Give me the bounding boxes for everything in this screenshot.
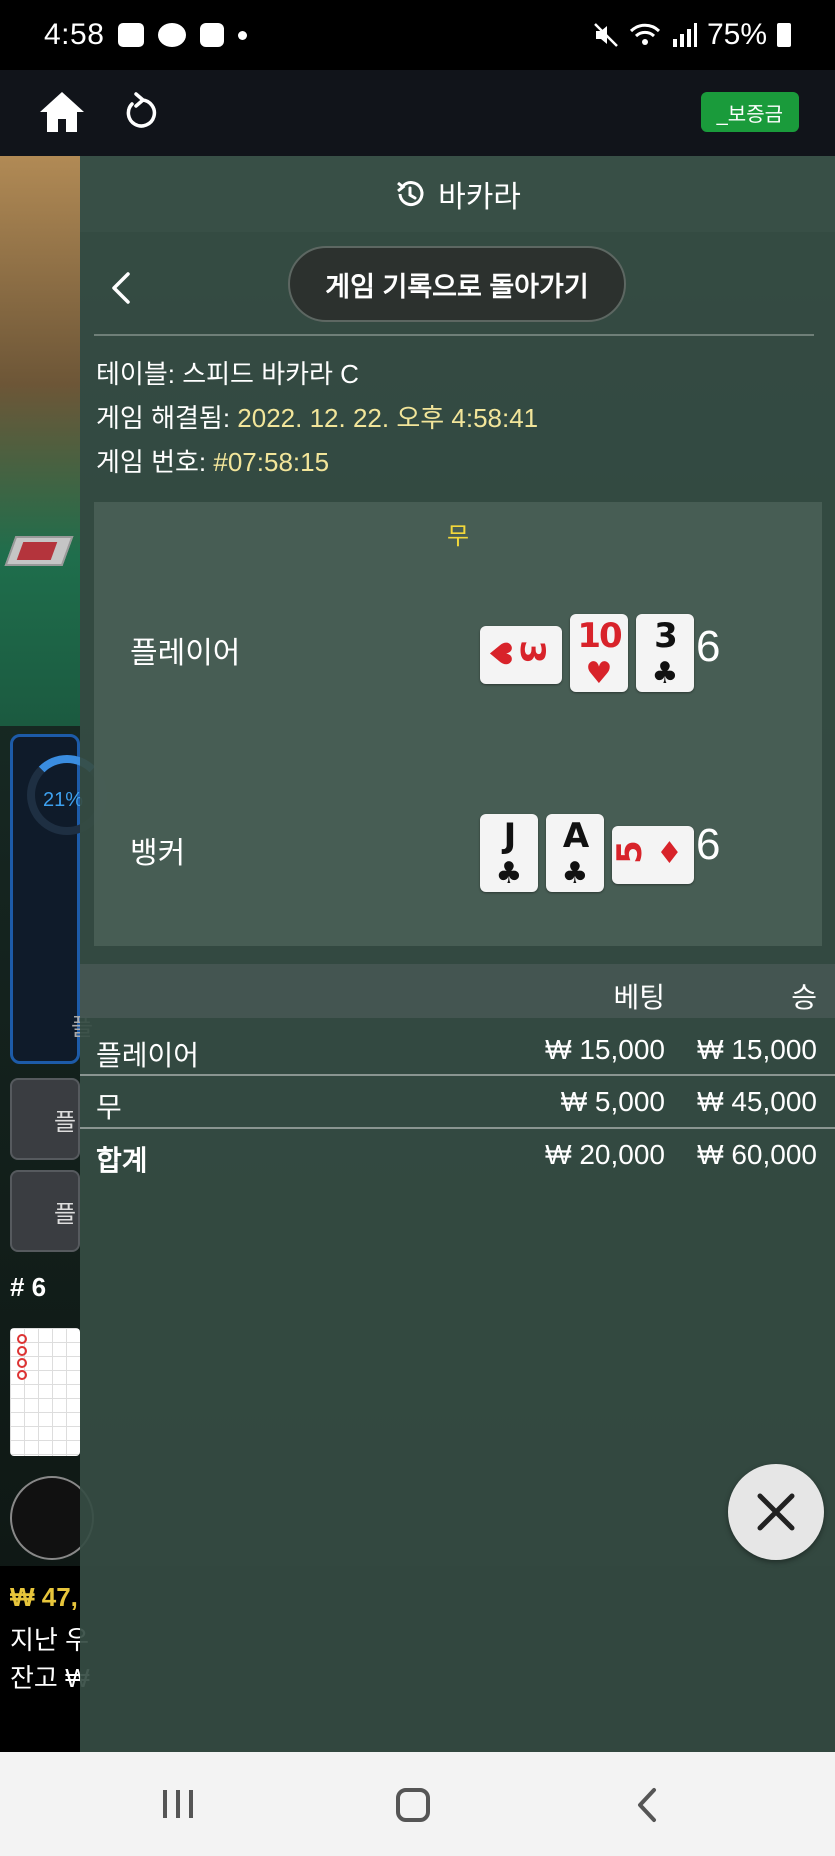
close-button[interactable] xyxy=(728,1464,824,1560)
timer-percent: 21% xyxy=(43,789,84,811)
deposit-button[interactable]: _보증금 xyxy=(700,92,799,132)
game-history-panel: 바카라 게임 기록으로 돌아가기 테이블: 스피드 바카라 C 게임 해결됨: … xyxy=(80,156,835,1752)
wifi-icon xyxy=(629,23,661,45)
resolved-label: 게임 해결됨: xyxy=(96,403,231,433)
betting-timer-panel: 21% 플 xyxy=(10,734,107,1064)
bet-row-name: 플레이어 xyxy=(96,1040,200,1071)
total-label: 합계 xyxy=(96,1145,148,1176)
back-chevron-icon[interactable] xyxy=(108,268,132,308)
gallery-notification-icon xyxy=(118,23,145,47)
resolved-info: 게임 해결됨: 2022. 12. 22. 오후 4:58:41 xyxy=(96,398,538,435)
bet-option-button[interactable]: 플 xyxy=(10,1078,80,1160)
bet-row-total: 합계 ₩ 20,000 ₩ 60,000 xyxy=(80,1129,835,1181)
status-bar: 4:58 75% xyxy=(0,0,835,70)
player-card-2: 10 ♥ xyxy=(570,614,628,692)
bet-row-win: ₩ 45,000 xyxy=(697,1086,817,1117)
bet-row-name: 무 xyxy=(96,1092,122,1123)
round-number: # 6 xyxy=(10,1272,47,1302)
last-win-label: 지난 우 xyxy=(10,1625,89,1655)
total-win-amount: ₩ 60,000 xyxy=(697,1139,817,1170)
resolved-value: 2022. 12. 22. 오후 4:58:41 xyxy=(237,403,539,433)
bet-row-amount: ₩ 15,000 xyxy=(545,1034,665,1065)
bet-column-header: 베팅 xyxy=(613,982,665,1013)
banker-total: 6 xyxy=(696,820,721,869)
message-notification-icon xyxy=(200,23,225,47)
mute-icon xyxy=(594,23,618,47)
bet-row-player: 플레이어 ₩ 15,000 ₩ 15,000 xyxy=(80,1024,835,1076)
banker-card-2: A ♣ xyxy=(546,814,604,892)
panel-header: 바카라 xyxy=(80,156,835,232)
player-total: 6 xyxy=(696,622,721,671)
history-icon xyxy=(397,181,424,207)
banker-label: 뱅커 xyxy=(130,837,186,870)
home-nav-icon[interactable] xyxy=(396,1788,430,1822)
table-value: 스피드 바카라 C xyxy=(182,359,359,389)
card-shoe-image xyxy=(4,536,74,566)
bet-row-win: ₩ 15,000 xyxy=(697,1034,817,1065)
table-info: 테이블: 스피드 바카라 C xyxy=(96,354,359,391)
balance-label: 잔고 ₩ xyxy=(10,1663,90,1693)
kakaotalk-notification-icon xyxy=(158,23,187,47)
player-label: 플레이어 xyxy=(130,637,241,670)
battery-percent: 75% xyxy=(706,18,767,51)
divider xyxy=(94,334,814,336)
bet-row-amount: ₩ 5,000 xyxy=(560,1086,665,1117)
banker-card-1: J ♣ xyxy=(480,814,538,892)
banker-card-3: 5 ♦ xyxy=(610,826,694,884)
game-number-value: #07:58:15 xyxy=(213,447,330,477)
win-column-header: 승 xyxy=(791,982,817,1013)
total-bet-amount: ₩ 47, xyxy=(10,1582,78,1612)
panel-title: 바카라 xyxy=(438,181,521,214)
system-nav-bar xyxy=(0,1752,835,1856)
battery-icon xyxy=(777,23,791,47)
round-result: 무 플레이어 ♥ 3 10 ♥ 3 ♣ 6 뱅커 J ♣ A ♣ 5 ♦ 6 xyxy=(94,502,822,946)
close-icon xyxy=(757,1493,795,1531)
back-to-history-button[interactable]: 게임 기록으로 돌아가기 xyxy=(288,246,626,322)
dealer-table-image xyxy=(0,156,80,726)
bet-option-button[interactable]: 플 xyxy=(10,1170,80,1252)
bet-row-tie: 무 ₩ 5,000 ₩ 45,000 xyxy=(80,1076,835,1128)
game-number-info: 게임 번호: #07:58:15 xyxy=(96,442,329,479)
player-card-3: 3 ♣ xyxy=(636,614,694,692)
recent-apps-icon[interactable] xyxy=(160,1788,196,1820)
bead-road xyxy=(10,1328,80,1456)
app-top-bar: _보증금 xyxy=(0,70,835,156)
status-time: 4:58 xyxy=(44,18,105,51)
refresh-icon[interactable] xyxy=(124,92,160,132)
bets-table-header: 베팅 승 xyxy=(80,964,835,1018)
home-icon[interactable] xyxy=(38,90,86,134)
game-number-label: 게임 번호: xyxy=(96,447,207,477)
total-bet-amount: ₩ 20,000 xyxy=(545,1139,665,1170)
round-outcome: 무 xyxy=(446,523,470,550)
signal-icon xyxy=(672,23,697,47)
table-label: 테이블: xyxy=(96,359,175,389)
player-card-1: ♥ 3 xyxy=(480,626,562,684)
more-notifications-dot-icon xyxy=(238,30,248,40)
back-nav-icon[interactable] xyxy=(636,1786,658,1824)
